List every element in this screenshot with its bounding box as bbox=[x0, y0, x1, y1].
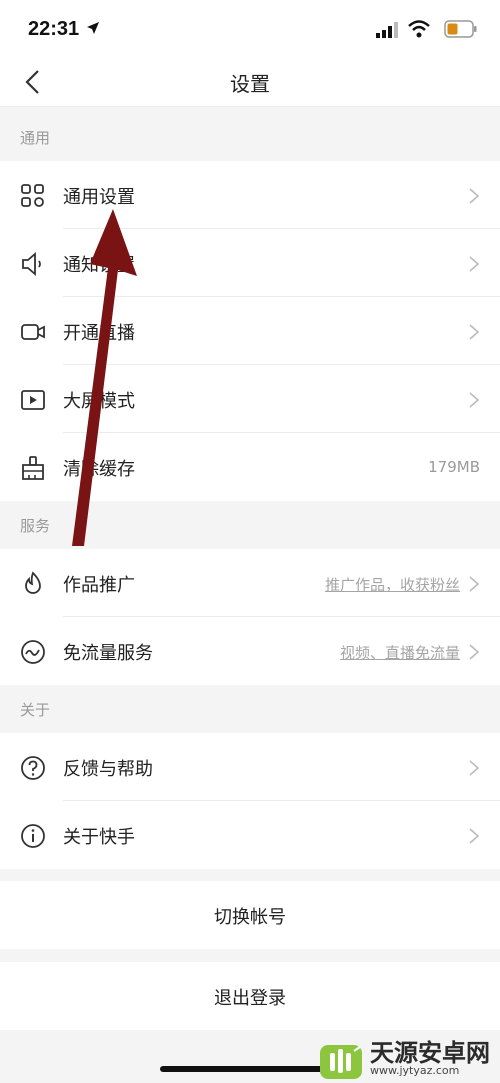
settings-row-label: 开通直播 bbox=[63, 323, 135, 344]
brush-icon bbox=[22, 456, 44, 480]
chevron-right-icon bbox=[469, 644, 480, 660]
chevron-right-icon bbox=[469, 392, 480, 408]
status-time: 22:31 bbox=[28, 18, 80, 40]
data-wave-icon bbox=[21, 640, 45, 664]
flame-icon bbox=[25, 571, 41, 594]
settings-row-clear-cache[interactable]: 清除缓存 179MB bbox=[0, 433, 500, 501]
settings-row-about[interactable]: 关于快手 bbox=[0, 801, 500, 869]
settings-row-label: 通知设置 bbox=[63, 255, 135, 276]
play-icon bbox=[21, 390, 45, 410]
section-header-service: 服务 bbox=[0, 501, 500, 549]
chevron-right-icon bbox=[469, 576, 480, 592]
settings-row-feedback[interactable]: 反馈与帮助 bbox=[0, 733, 500, 801]
switch-account-button[interactable]: 切换帐号 bbox=[0, 881, 500, 949]
settings-row-label: 关于快手 bbox=[63, 827, 135, 848]
settings-row-promotion[interactable]: 作品推广 推广作品，收获粉丝 bbox=[0, 549, 500, 617]
cache-size: 179MB bbox=[428, 458, 480, 476]
camera-icon bbox=[21, 324, 45, 340]
settings-row-general[interactable]: 通用设置 bbox=[0, 161, 500, 229]
wifi-icon bbox=[408, 20, 430, 38]
chevron-right-icon bbox=[469, 828, 480, 844]
watermark: 天源安卓网 www.jytyaz.com bbox=[318, 1036, 490, 1082]
grid-icon bbox=[21, 184, 44, 207]
settings-row-label: 通用设置 bbox=[63, 187, 135, 208]
settings-row-notifications[interactable]: 通知设置 bbox=[0, 229, 500, 297]
settings-row-live[interactable]: 开通直播 bbox=[0, 297, 500, 365]
settings-row-free-data[interactable]: 免流量服务 视频、直播免流量 bbox=[0, 617, 500, 685]
chevron-right-icon bbox=[469, 188, 480, 204]
settings-row-label: 反馈与帮助 bbox=[63, 759, 153, 780]
signal-icon bbox=[376, 22, 398, 38]
question-icon bbox=[21, 756, 45, 780]
watermark-title: 天源安卓网 bbox=[370, 1039, 490, 1067]
section-header-general: 通用 bbox=[0, 113, 500, 161]
settings-row-label: 清除缓存 bbox=[63, 459, 135, 480]
free-data-link[interactable]: 视频、直播免流量 bbox=[340, 642, 460, 663]
location-arrow-icon bbox=[87, 22, 99, 34]
logout-button[interactable]: 退出登录 bbox=[0, 962, 500, 1030]
page-title: 设置 bbox=[230, 72, 270, 96]
speaker-icon bbox=[22, 252, 41, 276]
home-indicator bbox=[160, 1066, 330, 1072]
android-logo-icon bbox=[320, 1045, 362, 1079]
chevron-right-icon bbox=[469, 256, 480, 272]
info-icon bbox=[21, 824, 45, 848]
section-header-about: 关于 bbox=[0, 685, 500, 733]
settings-row-label: 作品推广 bbox=[63, 575, 135, 596]
chevron-right-icon bbox=[469, 760, 480, 776]
settings-row-big-screen[interactable]: 大屏模式 bbox=[0, 365, 500, 433]
settings-row-label: 免流量服务 bbox=[63, 643, 153, 664]
status-bar: 22:31 bbox=[0, 0, 500, 56]
settings-row-label: 大屏模式 bbox=[63, 391, 135, 412]
promotion-link[interactable]: 推广作品，收获粉丝 bbox=[325, 574, 460, 595]
chevron-right-icon bbox=[469, 324, 480, 340]
nav-bar: 设置 bbox=[0, 56, 500, 107]
battery-icon bbox=[444, 20, 477, 38]
